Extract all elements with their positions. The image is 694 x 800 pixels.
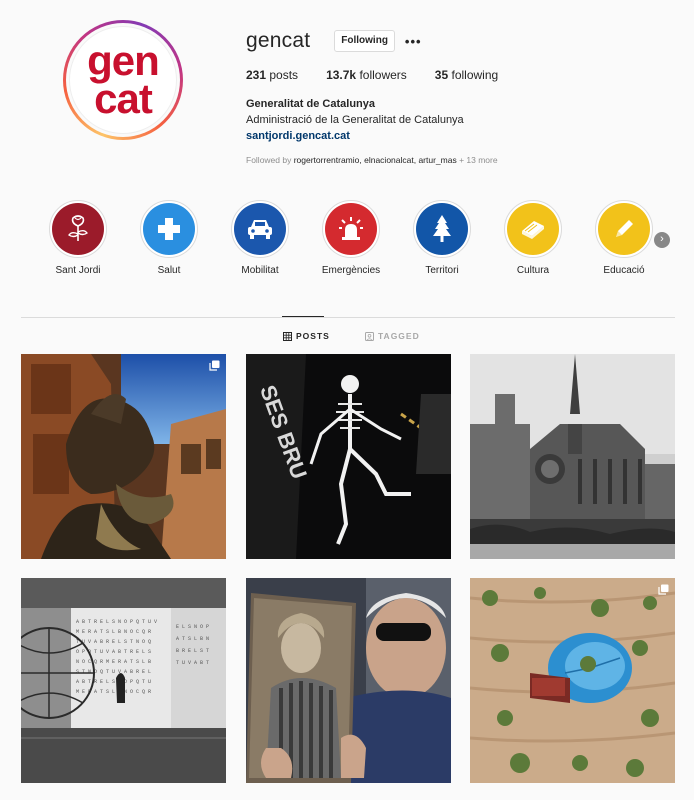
- username-row: gencat Following •••: [246, 29, 422, 52]
- svg-text:S T N O Q T U V A B R E L: S T N O Q T U V A B R E L: [76, 669, 151, 675]
- following-button[interactable]: Following: [334, 30, 395, 52]
- post-image-aerial-umbrella: [470, 578, 675, 783]
- profile-website-link[interactable]: santjordi.gencat.cat: [246, 128, 464, 144]
- grid-icon: [283, 331, 292, 341]
- post-image-art-installation: A B T R E L S N O P Q T U V M E R A T S …: [21, 578, 226, 783]
- highlight-label: Mobilitat: [241, 265, 279, 276]
- tab-tagged-label: TAGGED: [378, 331, 420, 341]
- medical-cross-icon: [158, 218, 180, 240]
- highlight-educacio[interactable]: Educació: [594, 200, 654, 276]
- highlight-emergencies[interactable]: Emergències: [321, 200, 381, 276]
- post-thumbnail[interactable]: SES BRU: [246, 354, 451, 559]
- posts-label: posts: [269, 68, 299, 82]
- followers-label: followers: [359, 68, 407, 82]
- story-highlights: Sant Jordi Salut Mobilitat Emergències T…: [48, 200, 653, 280]
- tab-posts-label: POSTS: [296, 331, 330, 341]
- following-count: 35: [434, 68, 449, 82]
- svg-text:A B T R E L S N O P Q T U V: A B T R E L S N O P Q T U V: [76, 619, 157, 625]
- highlight-label: Sant Jordi: [55, 265, 101, 276]
- posts-stat: 231 posts: [246, 68, 298, 82]
- post-thumbnail[interactable]: [21, 354, 226, 559]
- followers-stat[interactable]: 13.7k followers: [326, 68, 407, 82]
- svg-text:T U V A B T: T U V A B T: [176, 660, 209, 666]
- tree-icon: [433, 215, 451, 242]
- highlight-label: Educació: [603, 265, 645, 276]
- highlight-salut[interactable]: Salut: [139, 200, 199, 276]
- highlight-cultura[interactable]: Cultura: [503, 200, 563, 276]
- post-image-notre-dame: [470, 354, 675, 559]
- tag-icon: [365, 331, 374, 341]
- highlight-territori[interactable]: Territori: [412, 200, 472, 276]
- active-tab-indicator: [282, 316, 324, 317]
- post-thumbnail[interactable]: A B T R E L S N O P Q T U V M E R A T S …: [21, 578, 226, 783]
- tab-posts[interactable]: POSTS: [283, 331, 330, 341]
- highlight-label: Salut: [157, 265, 181, 276]
- profile-username: gencat: [246, 29, 311, 52]
- logo-text-cat: cat: [94, 75, 153, 122]
- gencat-logo: gen cat: [69, 26, 177, 134]
- book-icon: [522, 221, 544, 239]
- post-image-skeleton-costume: SES BRU: [246, 354, 451, 559]
- svg-text:M E R A T S L B N O C Q R: M E R A T S L B N O C Q R: [76, 629, 151, 635]
- profile-avatar[interactable]: gen cat: [63, 20, 183, 140]
- tab-tagged[interactable]: TAGGED: [365, 331, 420, 341]
- highlight-mobilitat[interactable]: Mobilitat: [230, 200, 290, 276]
- followed-by-text[interactable]: Followed by rogertorrentramio, elnaciona…: [246, 155, 498, 165]
- svg-text:A T S L B N: A T S L B N: [176, 636, 209, 642]
- svg-text:B R E L S T: B R E L S T: [176, 648, 209, 654]
- followed-by-names: rogertorrentramio, elnacionalcat, artur_…: [293, 155, 457, 165]
- profile-bio: Generalitat de Catalunya Administració d…: [246, 96, 464, 144]
- chevron-right-icon[interactable]: ›: [654, 232, 670, 248]
- svg-text:A B T R E L S N O P Q T U: A B T R E L S N O P Q T U: [76, 679, 151, 685]
- car-icon: [248, 220, 272, 239]
- profile-full-name: Generalitat de Catalunya: [246, 98, 375, 110]
- multiple-images-icon: [658, 584, 669, 595]
- more-options-icon[interactable]: •••: [405, 34, 422, 49]
- profile-stats: 231 posts 13.7k followers 35 following: [246, 68, 526, 82]
- svg-text:T U V A B R E L S T N O Q: T U V A B R E L S T N O Q: [76, 639, 151, 645]
- highlight-sant-jordi[interactable]: Sant Jordi: [48, 200, 108, 276]
- highlight-label: Cultura: [516, 265, 550, 276]
- followed-by-suffix: + 13 more: [456, 155, 498, 165]
- post-image-sant-jordi-statue: [21, 354, 226, 559]
- highlight-label: Territori: [425, 265, 459, 276]
- post-thumbnail[interactable]: [470, 578, 675, 783]
- post-image-portrait-holder: [246, 578, 451, 783]
- following-label: following: [451, 68, 499, 82]
- posts-count: 231: [246, 68, 267, 82]
- highlight-label: Emergències: [321, 265, 381, 276]
- following-stat[interactable]: 35 following: [435, 68, 498, 82]
- post-thumbnail[interactable]: [470, 354, 675, 559]
- siren-icon: [339, 217, 363, 240]
- svg-text:M E R A T S L B N O C Q R: M E R A T S L B N O C Q R: [76, 689, 151, 695]
- rose-icon: [68, 215, 88, 241]
- followers-count: 13.7k: [326, 68, 357, 82]
- profile-description: Administració de la Generalitat de Catal…: [246, 114, 464, 126]
- svg-text:N O C Q R M E R A T S L B: N O C Q R M E R A T S L B: [76, 659, 151, 665]
- post-thumbnail[interactable]: [246, 578, 451, 783]
- multiple-images-icon: [209, 360, 220, 371]
- svg-text:E L S N O P: E L S N O P: [176, 624, 209, 630]
- followed-by-prefix: Followed by: [246, 155, 294, 165]
- tabs-divider: [21, 317, 675, 318]
- pencil-icon: [616, 220, 633, 237]
